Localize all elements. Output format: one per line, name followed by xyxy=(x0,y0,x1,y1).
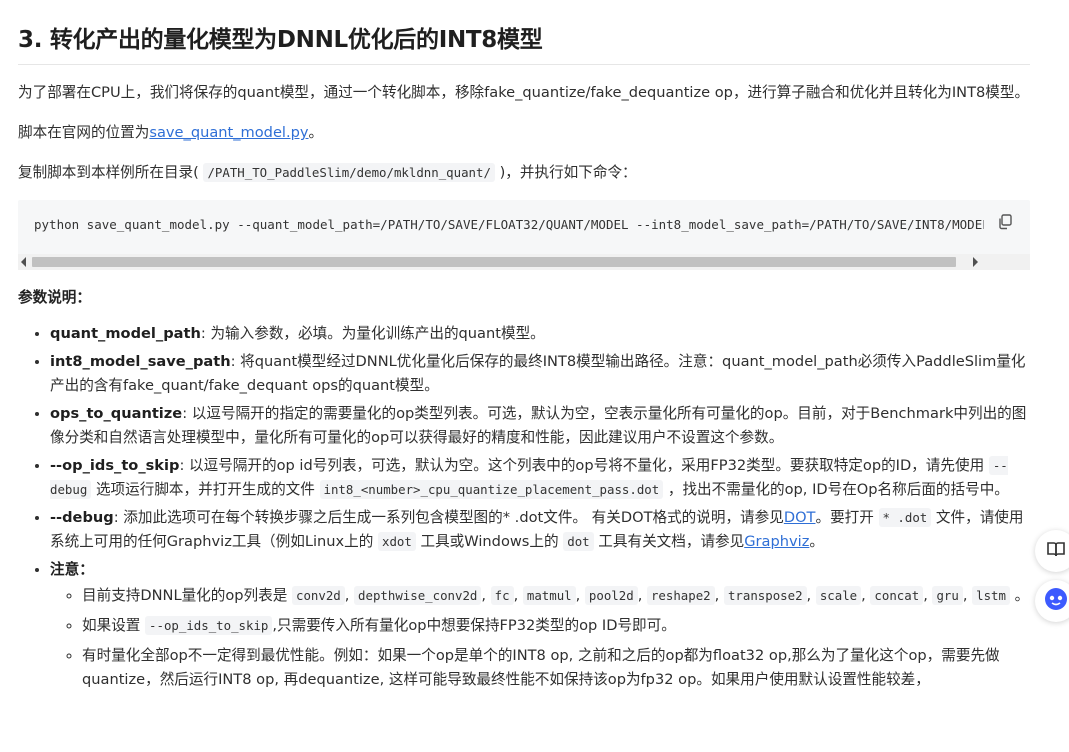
note-list: 目前支持DNNL量化的op列表是 conv2d, depthwise_conv2… xyxy=(50,584,1030,692)
list-item: 注意： 目前支持DNNL量化的op列表是 conv2d, depthwise_c… xyxy=(50,558,1030,692)
horizontal-scrollbar[interactable] xyxy=(18,254,1030,270)
param-name: --op_ids_to_skip xyxy=(50,457,180,474)
dot-link[interactable]: DOT xyxy=(784,509,816,526)
list-item: quant_model_path: 为输入参数，必填。为量化训练产出的quant… xyxy=(50,322,1030,346)
op-code: fc xyxy=(490,586,514,605)
op-code: reshape2 xyxy=(646,586,715,605)
op-code: scale xyxy=(815,586,862,605)
placement-pass-file-code: int8_<number>_cpu_quantize_placement_pas… xyxy=(319,480,664,499)
param-desc: 选项运行脚本，并打开生成的文件 xyxy=(95,481,315,498)
param-desc: : 以逗号隔开的op id号列表，可选，默认为空。这个列表中的op号将不量化，采… xyxy=(179,457,985,474)
book-icon xyxy=(1047,541,1065,561)
op-code: matmul xyxy=(522,586,576,605)
param-name: quant_model_path xyxy=(50,325,201,342)
op-code: concat xyxy=(870,586,924,605)
op-code: conv2d xyxy=(291,586,345,605)
note-item: 有时量化全部op不一定得到最优性能。例如：如果一个op是单个的INT8 op, … xyxy=(82,644,1030,692)
note-item: 如果设置 --op_ids_to_skip,只需要传入所有量化op中想要保持FP… xyxy=(82,614,1030,638)
note-text: 如果设置 xyxy=(82,617,141,634)
list-item: ops_to_quantize: 以逗号隔开的指定的需要量化的op类型列表。可选… xyxy=(50,402,1030,450)
param-desc: ，找出不需量化的op, ID号在Op名称后面的括号中。 xyxy=(667,481,1009,498)
dot-ext-code: * .dot xyxy=(878,508,932,527)
param-desc: : 以逗号隔开的指定的需要量化的op类型列表。可选，默认为空，空表示量化所有可量… xyxy=(50,405,1027,446)
param-desc: 工具有关文档，请参见 xyxy=(598,533,745,550)
param-desc: 。 xyxy=(809,533,824,550)
xdot-code: xdot xyxy=(378,532,416,551)
script-location-prefix: 脚本在官网的位置为 xyxy=(18,124,150,141)
note-item: 目前支持DNNL量化的op列表是 conv2d, depthwise_conv2… xyxy=(82,584,1030,608)
list-item: --op_ids_to_skip: 以逗号隔开的op id号列表，可选，默认为空… xyxy=(50,454,1030,502)
param-desc: : 添加此选项可在每个转换步骤之后生成一系列包含模型图的* .dot文件。 有关… xyxy=(113,509,784,526)
intro-paragraph: 为了部署在CPU上，我们将保存的quant模型，通过一个转化脚本，移除fake_… xyxy=(18,84,1030,101)
op-code: depthwise_conv2d xyxy=(354,586,482,605)
demo-path-code: /PATH_TO_PaddleSlim/demo/mkldnn_quant/ xyxy=(203,163,495,182)
scroll-left-arrow-icon[interactable] xyxy=(21,257,26,267)
op-code: pool2d xyxy=(584,586,638,605)
command-text: python save_quant_model.py --quant_model… xyxy=(34,217,984,232)
dot-tool-code: dot xyxy=(563,532,594,551)
copy-instruction-paragraph: 复制脚本到本样例所在目录( /PATH_TO_PaddleSlim/demo/m… xyxy=(18,161,1030,185)
graphviz-link[interactable]: Graphviz xyxy=(744,533,809,550)
list-item: int8_model_save_path: 将quant模型经过DNNL优化量化… xyxy=(50,350,1030,398)
note-title: 注意： xyxy=(50,561,94,578)
param-desc: 。要打开 xyxy=(815,509,874,526)
note-text: ,只需要传入所有量化op中想要保持FP32类型的op ID号即可。 xyxy=(272,617,676,634)
scrollbar-thumb[interactable] xyxy=(32,257,956,267)
copy-icon[interactable] xyxy=(996,213,1014,231)
copy-instruction-suffix: )，并执行如下命令： xyxy=(499,164,637,181)
params-title: 参数说明： xyxy=(18,289,91,306)
param-desc: : 为输入参数，必填。为量化训练产出的quant模型。 xyxy=(200,325,545,342)
assistant-icon xyxy=(1044,587,1068,615)
scroll-right-arrow-icon[interactable] xyxy=(973,257,978,267)
op-code: gru xyxy=(932,586,963,605)
op-code: lstm xyxy=(972,586,1010,605)
note-text: 。 xyxy=(1014,587,1030,604)
doc-content: 3. 转化产出的量化模型为DNNL优化后的INT8模型 为了部署在CPU上，我们… xyxy=(18,0,1030,698)
param-desc: 工具或Windows上的 xyxy=(420,533,559,550)
op-code: transpose2 xyxy=(723,586,807,605)
param-name: --debug xyxy=(50,509,114,526)
save-quant-model-link[interactable]: save_quant_model.py xyxy=(149,124,308,141)
assistant-button[interactable] xyxy=(1035,580,1069,622)
command-code-block: python save_quant_model.py --quant_model… xyxy=(18,200,1030,270)
op-ids-code: --op_ids_to_skip xyxy=(145,616,273,635)
note-text: 有时量化全部op不一定得到最优性能。例如：如果一个op是单个的INT8 op, … xyxy=(82,647,1000,688)
list-item: --debug: 添加此选项可在每个转换步骤之后生成一系列包含模型图的* .do… xyxy=(50,506,1030,554)
params-list: quant_model_path: 为输入参数，必填。为量化训练产出的quant… xyxy=(18,322,1030,692)
copy-instruction-prefix: 复制脚本到本样例所在目录( xyxy=(18,164,199,181)
section-heading: 3. 转化产出的量化模型为DNNL优化后的INT8模型 xyxy=(18,0,1030,65)
script-location-paragraph: 脚本在官网的位置为save_quant_model.py。 xyxy=(18,121,1030,145)
param-name: int8_model_save_path xyxy=(50,353,231,370)
book-button[interactable] xyxy=(1035,530,1069,572)
script-location-suffix: 。 xyxy=(308,124,324,141)
note-text: 目前支持DNNL量化的op列表是 xyxy=(82,587,288,604)
param-name: ops_to_quantize xyxy=(50,405,183,422)
